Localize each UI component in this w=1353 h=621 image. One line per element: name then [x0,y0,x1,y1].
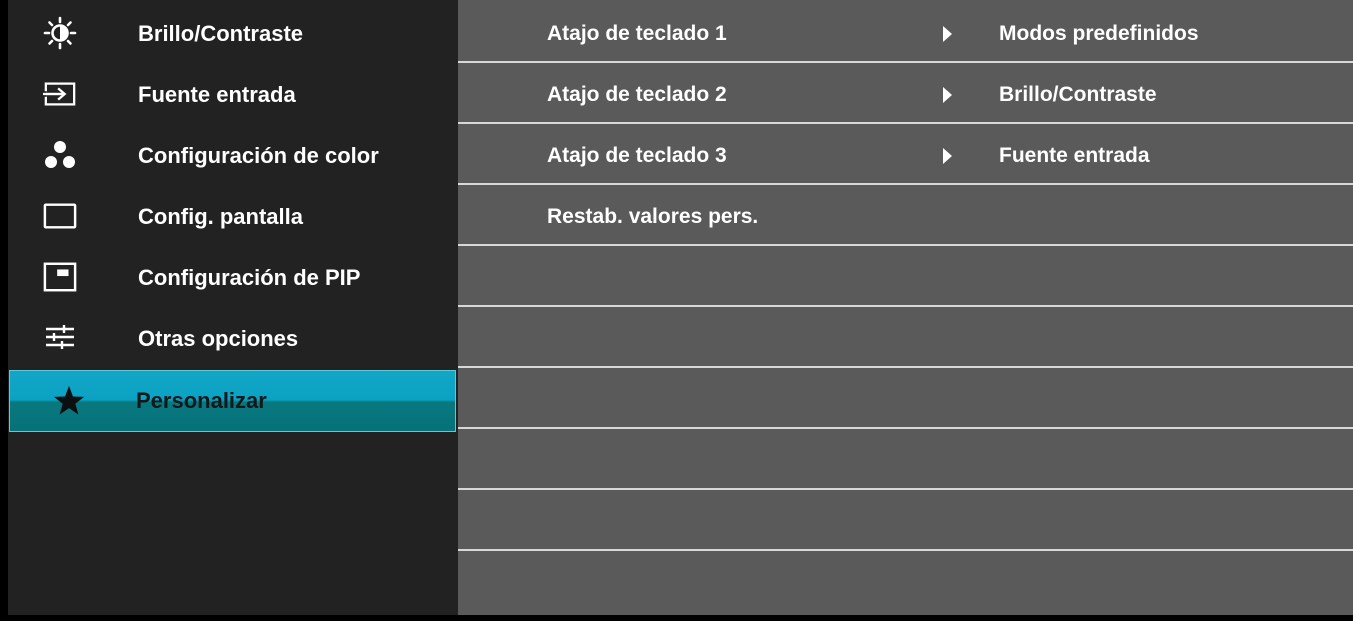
empty-row [458,429,1353,490]
pip-icon [43,260,77,294]
other-options-icon [43,321,77,355]
empty-row [458,307,1353,368]
sidebar-item-label: Brillo/Contraste [138,21,304,46]
display-settings-icon [43,199,77,233]
sidebar-item-label: Otras opciones [138,326,299,351]
option-label: Atajo de teclado 2 [547,83,727,106]
sidebar-item-input-source[interactable]: Fuente entrada [8,63,458,124]
option-label: Atajo de teclado 1 [547,22,727,45]
arrow-right-icon [943,148,952,164]
shortcut-key-1-row[interactable]: Atajo de teclado 1 Modos predefinidos [458,2,1353,63]
empty-row [458,368,1353,429]
input-source-icon [43,77,77,111]
reset-personalization-row[interactable]: Restab. valores pers. [458,185,1353,246]
option-label: Restab. valores pers. [547,205,759,228]
empty-row [458,246,1353,307]
arrow-right-icon [943,87,952,103]
empty-row [458,490,1353,551]
sidebar-item-label: Fuente entrada [138,82,296,107]
option-label: Atajo de teclado 3 [547,144,727,167]
sidebar-item-brightness-contrast[interactable]: Brillo/Contraste [8,2,458,63]
option-value: Fuente entrada [999,144,1150,167]
sidebar-item-label: Configuración de color [138,143,379,168]
sidebar-item-display-settings[interactable]: Config. pantalla [8,185,458,246]
arrow-right-icon [943,26,952,42]
sidebar-menu: Brillo/Contraste Fuente entrada Configur… [8,0,458,615]
sidebar-item-label: Personalizar [136,388,267,413]
bottom-border [0,615,1353,621]
sidebar-item-other-options[interactable]: Otras opciones [8,307,458,368]
sidebar-item-color-settings[interactable]: Configuración de color [8,124,458,185]
options-panel: Atajo de teclado 1 Modos predefinidos At… [458,0,1353,615]
sidebar-item-label: Configuración de PIP [138,265,361,290]
brightness-icon [43,16,77,50]
shortcut-key-3-row[interactable]: Atajo de teclado 3 Fuente entrada [458,124,1353,185]
sidebar-item-label: Config. pantalla [138,204,303,229]
option-value: Brillo/Contraste [999,83,1157,106]
color-settings-icon [43,138,77,172]
sidebar-item-personalize[interactable]: Personalizar [9,370,456,432]
shortcut-key-2-row[interactable]: Atajo de teclado 2 Brillo/Contraste [458,63,1353,124]
option-value: Modos predefinidos [999,22,1199,45]
monitor-osd-menu: Brillo/Contraste Fuente entrada Configur… [0,0,1353,621]
sidebar-item-pip-settings[interactable]: Configuración de PIP [8,246,458,307]
star-icon [52,384,86,418]
empty-row [458,553,1353,614]
